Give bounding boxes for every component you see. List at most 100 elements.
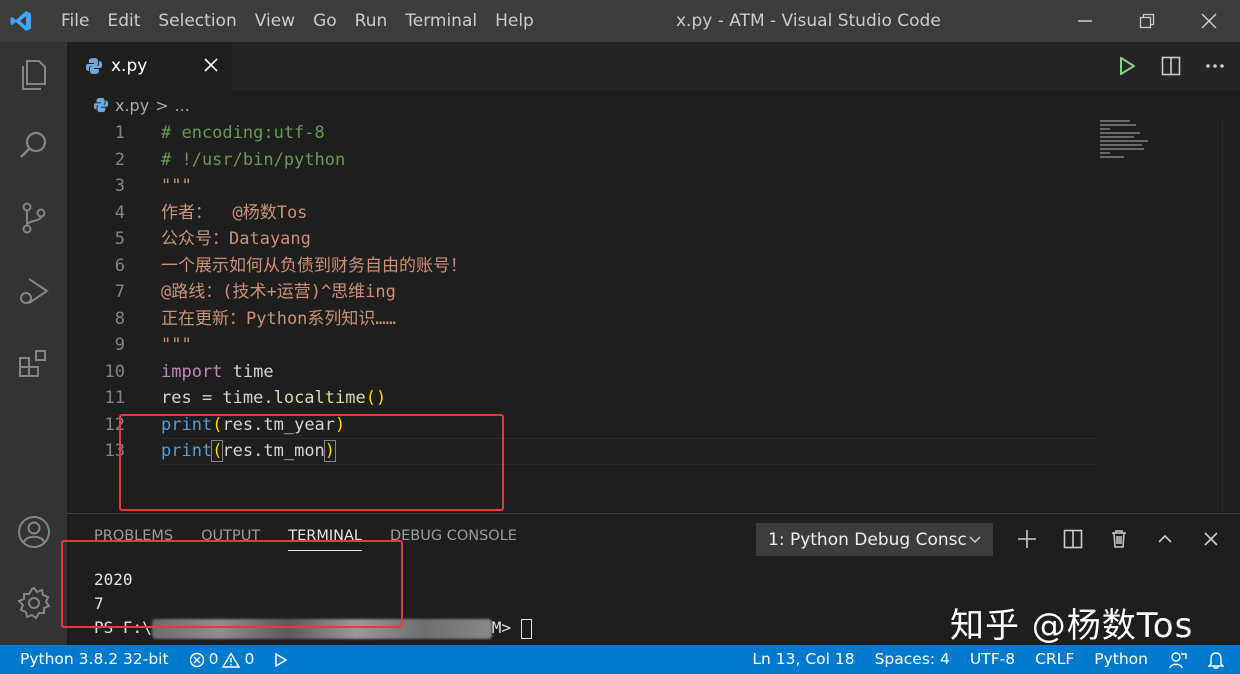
close-window-button[interactable] (1178, 0, 1240, 42)
window-controls (1054, 0, 1240, 42)
split-icon (1161, 56, 1181, 76)
feedback-button[interactable] (1158, 651, 1198, 669)
panel-actions (1011, 523, 1227, 555)
code-line: 2 # !/usr/bin/python (67, 147, 1097, 174)
search-button[interactable] (0, 114, 67, 176)
manage-button[interactable] (0, 572, 67, 634)
encoding[interactable]: UTF-8 (960, 645, 1025, 674)
code-line: 5 公众号：Datayang (67, 226, 1097, 253)
close-icon (204, 58, 218, 72)
terminal-select[interactable]: 1: Python Debug Consc (756, 523, 993, 556)
restore-icon (1139, 13, 1155, 29)
watermark: 知乎 @杨数Tos (950, 606, 1194, 646)
line-text: """ (161, 176, 192, 196)
new-terminal-button[interactable] (1011, 523, 1043, 555)
warning-count: 0 (244, 650, 255, 668)
more-actions-button[interactable] (1202, 53, 1228, 79)
source-control-button[interactable] (0, 187, 67, 249)
line-text: res = time.localtime() (161, 385, 386, 412)
menu-help[interactable]: Help (486, 0, 543, 42)
run-status-button[interactable] (264, 652, 298, 667)
notifications-button[interactable] (1198, 651, 1240, 669)
minimize-button[interactable] (1054, 0, 1116, 42)
tab-debug-console[interactable]: DEBUG CONSOLE (390, 528, 517, 551)
editor-scrollbar[interactable] (1222, 120, 1240, 512)
tab-x-py[interactable]: x.py (67, 42, 232, 90)
search-icon (19, 131, 46, 158)
line-number: 13 (104, 441, 125, 461)
close-icon (1204, 532, 1218, 546)
menu-selection[interactable]: Selection (149, 0, 245, 42)
menu-view[interactable]: View (246, 0, 304, 42)
function-token: localtime (273, 388, 366, 408)
annotation-box-terminal (61, 540, 403, 628)
menu-file[interactable]: File (52, 0, 98, 42)
tab-close-button[interactable] (200, 54, 222, 76)
activity-bar (0, 42, 67, 645)
menu-edit[interactable]: Edit (98, 0, 149, 42)
line-text: import time (161, 359, 274, 386)
run-debug-button[interactable] (0, 260, 67, 322)
identifier-token: time (222, 361, 274, 382)
line-number: 12 (104, 414, 125, 435)
code-line: 1 # encoding:utf-8 (67, 120, 1097, 147)
vscode-logo-icon (0, 0, 42, 42)
menu-run[interactable]: Run (346, 0, 397, 42)
explorer-button[interactable] (0, 44, 67, 106)
extensions-button[interactable] (0, 333, 67, 395)
trash-icon (1112, 530, 1126, 548)
plus-icon (1018, 530, 1036, 548)
close-panel-button[interactable] (1195, 523, 1227, 555)
line-text: 公众号：Datayang (161, 229, 311, 249)
python-interpreter[interactable]: Python 3.8.2 32-bit (0, 645, 179, 674)
maximize-panel-button[interactable] (1149, 523, 1181, 555)
breadcrumb-file[interactable]: x.py (115, 96, 149, 115)
language-mode[interactable]: Python (1084, 645, 1158, 674)
kill-terminal-button[interactable] (1103, 523, 1135, 555)
line-number: 8 (114, 308, 125, 329)
restore-button[interactable] (1116, 0, 1178, 42)
line-number: 7 (114, 282, 125, 302)
line-number: 2 (114, 149, 125, 170)
run-file-button[interactable] (1114, 53, 1140, 79)
line-text: # !/usr/bin/python (161, 149, 346, 170)
minimap[interactable] (1100, 120, 1220, 160)
line-number: 4 (114, 202, 125, 223)
line-text: 作者： @杨数Tos (161, 202, 308, 223)
indentation[interactable]: Spaces: 4 (865, 645, 960, 674)
python-file-icon (93, 97, 109, 113)
editor-actions (1114, 42, 1228, 90)
line-number: 1 (114, 123, 125, 143)
split-terminal-button[interactable] (1057, 523, 1089, 555)
play-icon (275, 652, 288, 667)
bell-icon (1208, 651, 1224, 669)
extensions-icon (18, 350, 46, 377)
gear-icon (16, 586, 51, 620)
title-bar: File Edit Selection View Go Run Terminal… (0, 0, 1240, 42)
problems-status[interactable]: 0 0 (179, 645, 265, 674)
accounts-button[interactable] (0, 501, 67, 563)
keyword-token: import (161, 361, 223, 382)
menu-terminal[interactable]: Terminal (396, 0, 486, 42)
code-line: 6 一个展示如何从负债到财务自由的账号！ (67, 253, 1097, 280)
cursor-position[interactable]: Ln 13, Col 18 (742, 645, 864, 674)
end-of-line[interactable]: CRLF (1025, 645, 1084, 674)
ellipsis-icon (1206, 64, 1224, 68)
line-number: 5 (114, 229, 125, 249)
tab-label: x.py (111, 56, 148, 76)
warning-icon (222, 651, 241, 668)
code-line: 10 import time (67, 359, 1097, 386)
window-title: x.py - ATM - Visual Studio Code (676, 11, 941, 31)
code-line: 7 @路线：(技术+运营)^思维ing (67, 279, 1097, 306)
error-count: 0 (208, 650, 219, 668)
code-line: 9 """ (67, 332, 1097, 359)
editor-tab-bar: x.py (67, 42, 1240, 90)
code-line: 3 """ (67, 173, 1097, 200)
breadcrumb-more[interactable]: ... (175, 96, 190, 115)
account-icon (17, 516, 50, 548)
line-number: 9 (114, 335, 125, 355)
annotation-box-code (119, 414, 504, 511)
split-editor-button[interactable] (1158, 53, 1184, 79)
play-icon (1120, 57, 1135, 75)
menu-go[interactable]: Go (304, 0, 346, 42)
